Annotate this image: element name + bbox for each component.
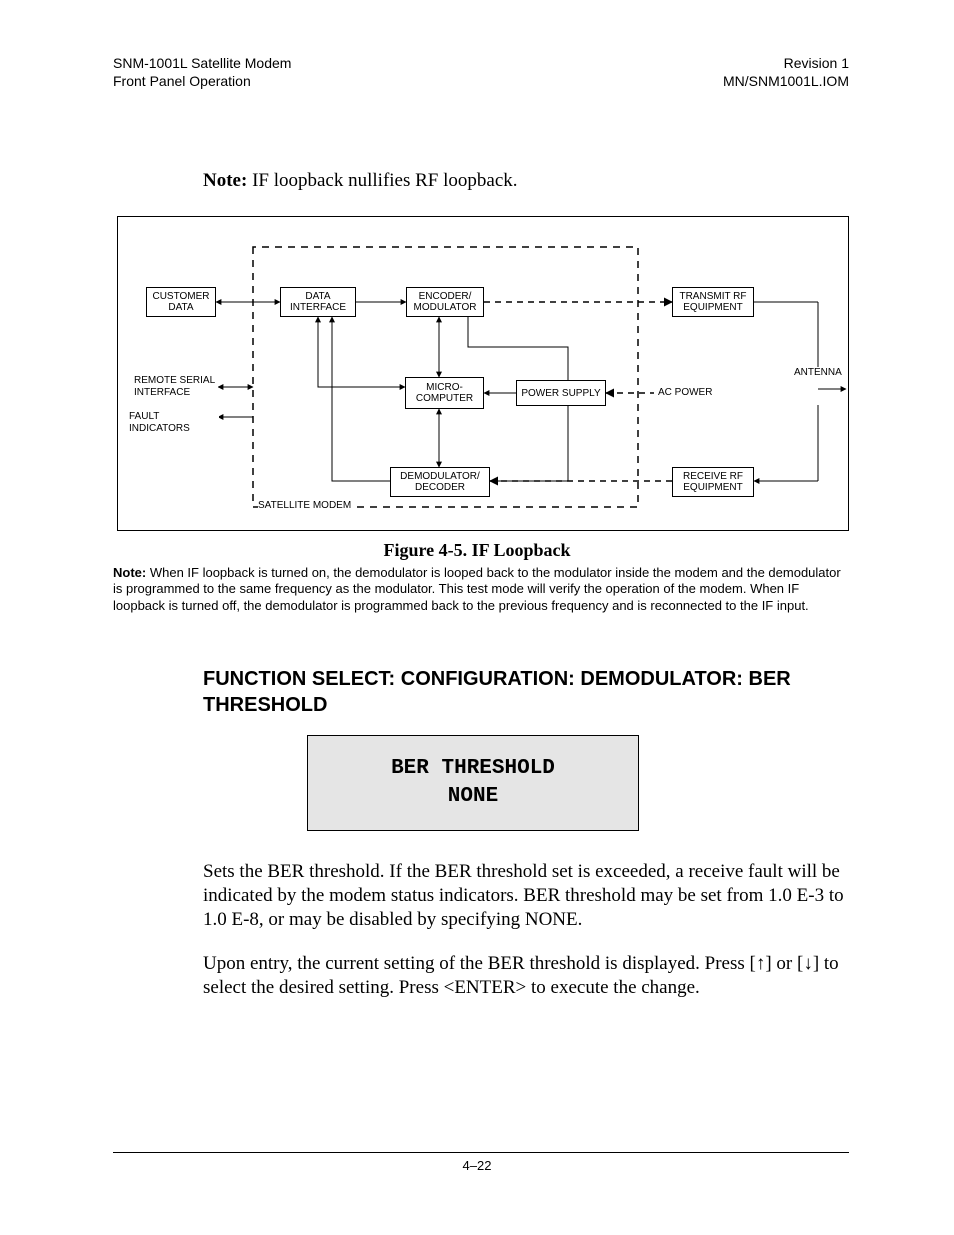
header-right-line2: MN/SNM1001L.IOM bbox=[723, 73, 849, 91]
arrow-down-icon: ↓ bbox=[803, 953, 813, 974]
box-power-supply: POWER SUPPLY bbox=[516, 380, 606, 406]
page: SNM-1001L Satellite Modem Front Panel Op… bbox=[0, 0, 954, 1235]
label-remote-serial: REMOTE SERIAL INTERFACE bbox=[134, 375, 218, 398]
header-right-line1: Revision 1 bbox=[723, 55, 849, 73]
header-left-line1: SNM-1001L Satellite Modem bbox=[113, 55, 291, 73]
box-data-interface: DATA INTERFACE bbox=[280, 287, 356, 317]
label-fault-indicators: FAULT INDICATORS bbox=[129, 411, 219, 434]
section-heading: FUNCTION SELECT: CONFIGURATION: DEMODULA… bbox=[203, 667, 849, 718]
body2-a: Upon entry, the current setting of the B… bbox=[203, 953, 756, 974]
lcd-line1: BER THRESHOLD bbox=[391, 755, 555, 783]
figure-note-text: When IF loopback is turned on, the demod… bbox=[113, 565, 841, 613]
body-paragraph-2: Upon entry, the current setting of the B… bbox=[203, 952, 849, 1000]
header-left-line2: Front Panel Operation bbox=[113, 73, 291, 91]
footer-page-number: 4–22 bbox=[0, 1158, 954, 1173]
label-ac-power: AC POWER bbox=[658, 387, 712, 399]
box-receive-rf: RECEIVE RF EQUIPMENT bbox=[672, 467, 754, 497]
note-label: Note: bbox=[203, 170, 247, 191]
figure-note-label: Note: bbox=[113, 565, 146, 580]
figure-note: Note: When IF loopback is turned on, the… bbox=[113, 565, 849, 614]
box-microcomputer: MICRO- COMPUTER bbox=[405, 377, 484, 409]
figure-caption: Figure 4-5. IF Loopback bbox=[0, 540, 954, 561]
page-header: SNM-1001L Satellite Modem Front Panel Op… bbox=[113, 55, 849, 90]
label-satellite-modem: SATELLITE MODEM bbox=[258, 500, 351, 512]
arrow-up-icon: ↑ bbox=[756, 953, 766, 974]
figure-if-loopback: CUSTOMER DATA DATA INTERFACE ENCODER/ MO… bbox=[117, 216, 849, 531]
note-text: IF loopback nullifies RF loopback. bbox=[252, 170, 517, 191]
footer-rule bbox=[113, 1152, 849, 1153]
box-customer-data: CUSTOMER DATA bbox=[146, 287, 216, 317]
body2-b: ] or [ bbox=[765, 953, 803, 974]
label-antenna: ANTENNA bbox=[794, 367, 842, 379]
lcd-display: BER THRESHOLD NONE bbox=[307, 735, 639, 831]
box-demod-decoder: DEMODULATOR/ DECODER bbox=[390, 467, 490, 497]
lcd-line2: NONE bbox=[448, 783, 498, 811]
box-transmit-rf: TRANSMIT RF EQUIPMENT bbox=[672, 287, 754, 317]
note-if-loopback: Note: IF loopback nullifies RF loopback. bbox=[203, 170, 518, 192]
box-encoder-modulator: ENCODER/ MODULATOR bbox=[406, 287, 484, 317]
body-paragraph-1: Sets the BER threshold. If the BER thres… bbox=[203, 860, 849, 931]
